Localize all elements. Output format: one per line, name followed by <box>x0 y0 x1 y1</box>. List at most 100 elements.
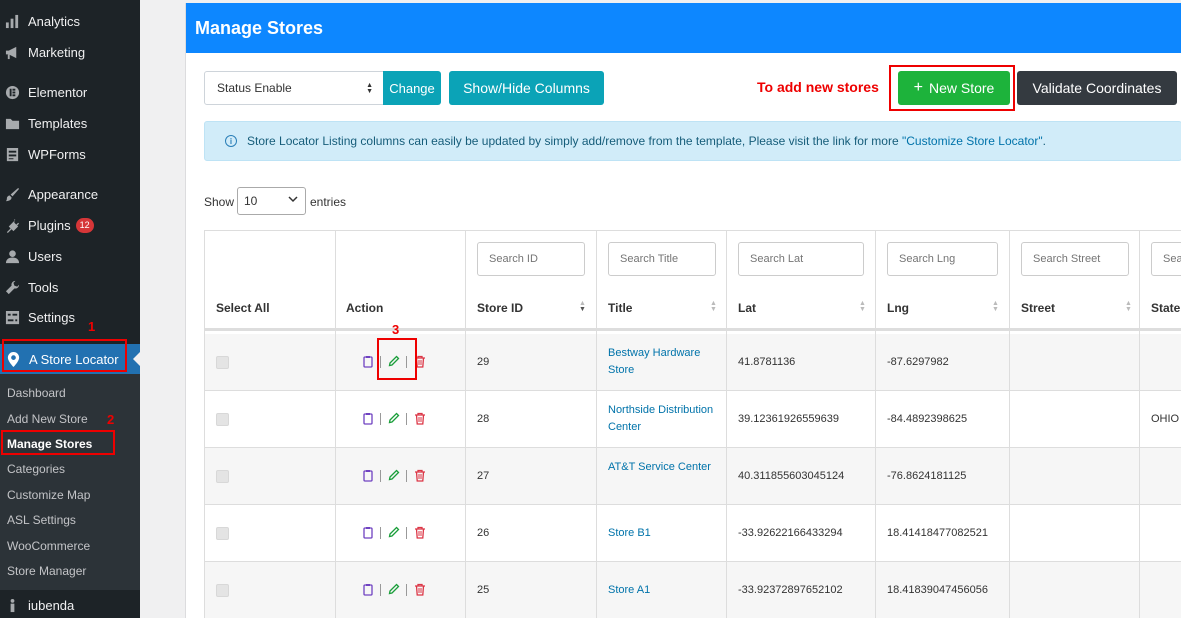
plug-icon <box>4 217 20 233</box>
menu-settings[interactable]: Settings <box>0 304 140 330</box>
search-lng-input[interactable] <box>887 242 998 276</box>
menu-appearance[interactable]: Appearance <box>0 181 140 207</box>
row-checkbox[interactable] <box>216 527 229 540</box>
store-lat: 41.8781136 <box>738 356 796 368</box>
search-street-input[interactable] <box>1021 242 1129 276</box>
edit-icon[interactable] <box>388 583 400 596</box>
edit-icon[interactable] <box>388 526 400 539</box>
menu-analytics[interactable]: Analytics <box>0 8 140 34</box>
copy-icon[interactable] <box>362 583 374 596</box>
header-divider <box>205 328 1181 331</box>
store-lng: -84.4892398625 <box>887 413 968 425</box>
annotation-box-store-locator <box>2 339 127 372</box>
status-select[interactable]: Status Enable ▲ ▼ <box>204 71 384 105</box>
submenu-dashboard[interactable]: Dashboard <box>7 386 66 400</box>
info-icon: i <box>225 135 237 147</box>
row-checkbox[interactable] <box>216 584 229 597</box>
column-divider <box>875 231 876 618</box>
wrench-icon <box>4 279 20 295</box>
info-notice: i Store Locator Listing columns can easi… <box>204 121 1181 161</box>
sort-icon[interactable]: ▲ ▼ <box>859 300 866 313</box>
delete-icon[interactable] <box>414 526 426 539</box>
sort-icon[interactable]: ▲ ▼ <box>579 300 586 313</box>
user-icon <box>4 248 20 264</box>
store-title-link[interactable]: Store A1 <box>608 582 718 599</box>
menu-users[interactable]: Users <box>0 243 140 269</box>
customize-store-locator-link[interactable]: "Customize Store Locator" <box>902 134 1043 148</box>
submenu-customize-map[interactable]: Customize Map <box>7 488 90 502</box>
row-checkbox[interactable] <box>216 413 229 426</box>
menu-label: Plugins <box>28 217 71 233</box>
annotation-box-edit <box>377 338 417 380</box>
menu-templates[interactable]: Templates <box>0 110 140 136</box>
bar-chart-icon <box>4 13 20 29</box>
menu-label: Analytics <box>28 13 81 29</box>
menu-tools[interactable]: Tools <box>0 274 140 300</box>
admin-sidebar: Analytics Marketing Elementor Templates … <box>0 0 140 618</box>
delete-icon[interactable] <box>414 412 426 425</box>
edit-icon[interactable] <box>388 412 400 425</box>
menu-label: WPForms <box>28 146 86 162</box>
store-id: 29 <box>477 356 490 368</box>
store-lat: -33.92372897652102 <box>738 584 843 596</box>
store-title-link[interactable]: Bestway Hardware Store <box>608 345 718 379</box>
edit-icon[interactable] <box>388 469 400 482</box>
copy-icon[interactable] <box>362 355 374 368</box>
search-id-input[interactable] <box>477 242 585 276</box>
store-lat: 39.12361926559639 <box>738 413 839 425</box>
sort-icon[interactable]: ▲ ▼ <box>1125 300 1132 313</box>
row-actions <box>362 412 426 425</box>
menu-label: Settings <box>28 309 75 325</box>
store-lng: 18.41839047456056 <box>887 584 988 596</box>
show-hide-columns-button[interactable]: Show/Hide Columns <box>449 71 604 105</box>
add-stores-annotation: To add new stores <box>757 79 879 95</box>
update-count-badge: 12 <box>75 217 94 233</box>
row-actions <box>362 583 426 596</box>
submenu-woocommerce[interactable]: WooCommerce <box>7 539 90 553</box>
header-lat[interactable]: Lat <box>738 301 756 315</box>
search-state-input[interactable] <box>1151 242 1181 276</box>
validate-coordinates-button[interactable]: Validate Coordinates <box>1017 71 1177 105</box>
row-actions <box>362 526 426 539</box>
header-title[interactable]: Title <box>608 301 632 315</box>
submenu-asl-settings[interactable]: ASL Settings <box>7 513 76 527</box>
annotation-number-2: 2 <box>107 412 115 427</box>
header-select-all[interactable]: Select All <box>216 301 270 315</box>
sort-icon[interactable]: ▲ ▼ <box>992 300 999 313</box>
menu-marketing[interactable]: Marketing <box>0 39 140 65</box>
form-icon <box>4 146 20 162</box>
header-lng[interactable]: Lng <box>887 301 909 315</box>
header-action: Action <box>346 301 384 315</box>
row-checkbox[interactable] <box>216 356 229 369</box>
submenu-categories[interactable]: Categories <box>7 462 65 476</box>
submenu-store-manager[interactable]: Store Manager <box>7 564 86 578</box>
table-row: 27 AT&T Service Center 40.31185560304512… <box>205 448 1181 505</box>
sort-icon[interactable]: ▲ ▼ <box>710 300 717 313</box>
search-lat-input[interactable] <box>738 242 864 276</box>
show-label: Show <box>204 195 235 209</box>
copy-icon[interactable] <box>362 469 374 482</box>
store-title-link[interactable]: AT&T Service Center <box>608 459 718 476</box>
copy-icon[interactable] <box>362 526 374 539</box>
delete-icon[interactable] <box>414 469 426 482</box>
search-title-input[interactable] <box>608 242 716 276</box>
store-title-link[interactable]: Store B1 <box>608 525 718 542</box>
delete-icon[interactable] <box>414 583 426 596</box>
submenu-add-new-store[interactable]: Add New Store <box>7 412 88 426</box>
menu-elementor[interactable]: Elementor <box>0 79 140 105</box>
copy-icon[interactable] <box>362 412 374 425</box>
entries-per-page-select[interactable]: 10 <box>237 187 306 215</box>
store-title-link[interactable]: Northside Distribution Center <box>608 402 718 436</box>
menu-iubenda[interactable]: iubenda <box>0 592 140 618</box>
header-store-id[interactable]: Store ID <box>477 301 523 315</box>
header-street[interactable]: Street <box>1021 301 1055 315</box>
menu-label: Appearance <box>28 186 99 202</box>
store-lng: -76.8624181125 <box>887 470 967 482</box>
change-button[interactable]: Change <box>383 71 441 105</box>
menu-wpforms[interactable]: WPForms <box>0 141 140 167</box>
menu-plugins[interactable]: Plugins 12 <box>0 212 140 238</box>
header-state[interactable]: State <box>1151 301 1180 315</box>
table-row: 26 Store B1 -33.92622166433294 18.414184… <box>205 505 1181 562</box>
row-checkbox[interactable] <box>216 470 229 483</box>
store-locator-submenu: Dashboard Add New Store Manage Stores Ca… <box>0 374 140 590</box>
